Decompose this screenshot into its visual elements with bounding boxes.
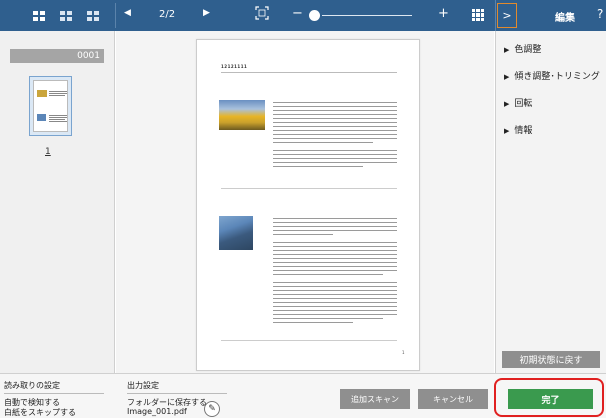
edit-panel-toggle[interactable]: > <box>497 3 517 28</box>
thumbnail-panel: 0001 1 <box>0 31 115 373</box>
scan-settings-line2: 白紙をスキップする <box>4 408 76 417</box>
thumbnail-page-number: 1 <box>45 147 51 157</box>
page-footer-rule <box>221 340 397 341</box>
reset-button[interactable]: 初期状態に戻す <box>502 351 600 368</box>
document-page-preview: 12121111 1 <box>196 39 420 371</box>
bottom-bar: 読み取りの設定 自動で検知する 白紙をスキップする 出力設定 フォルダーに保存す… <box>0 373 606 418</box>
batch-label: 0001 <box>10 49 104 63</box>
next-page-icon[interactable]: ▶ <box>203 8 210 18</box>
expand-arrow-icon: ▶ <box>504 73 510 81</box>
page-header-rule <box>221 72 397 73</box>
scan-settings-divider <box>4 393 104 394</box>
zoom-slider-track[interactable] <box>322 15 412 16</box>
edit-item-label: 傾き調整･トリミング <box>514 72 600 82</box>
preview-area: 12121111 1 <box>116 31 494 373</box>
cancel-button[interactable]: キャンセル <box>418 389 488 409</box>
edit-item-rotate[interactable]: ▶ 回転 <box>504 96 532 109</box>
zoom-slider-knob[interactable] <box>309 10 320 21</box>
expand-arrow-icon: ▶ <box>504 127 510 135</box>
zoom-out-icon[interactable]: − <box>292 6 303 21</box>
edit-item-label: 情報 <box>514 126 533 136</box>
edit-item-info[interactable]: ▶ 情報 <box>504 123 532 136</box>
edit-panel-title: 編集 <box>555 13 575 24</box>
flower-photo <box>219 100 265 130</box>
page-thumbnail[interactable] <box>29 76 72 136</box>
city-photo <box>219 216 253 250</box>
expand-arrow-icon: ▶ <box>504 100 510 108</box>
thumbnail-page-image <box>33 80 68 132</box>
view-large-thumbs-icon[interactable] <box>33 10 45 21</box>
edit-item-color-adjust[interactable]: ▶ 色調整 <box>504 42 541 55</box>
output-filename: Image_001.pdf <box>127 407 187 416</box>
scan-settings-title: 読み取りの設定 <box>4 381 60 390</box>
view-list-thumbs-icon[interactable] <box>87 10 99 21</box>
prev-page-icon[interactable]: ◀ <box>124 8 131 18</box>
add-scan-button[interactable]: 追加スキャン <box>340 389 410 409</box>
section-divider <box>221 188 397 189</box>
edit-output-pencil-icon[interactable]: ✎ <box>204 401 220 417</box>
page-header-text: 12121111 <box>221 64 248 69</box>
done-highlight: 完了 <box>494 378 604 417</box>
edit-item-label: 回転 <box>514 99 533 109</box>
page-indicator: 2/2 <box>159 9 176 20</box>
view-small-thumbs-icon[interactable] <box>60 10 72 21</box>
zoom-in-icon[interactable]: + <box>438 6 449 21</box>
output-settings-title: 出力設定 <box>127 381 159 390</box>
edit-item-label: 色調整 <box>514 45 542 55</box>
edit-panel: ▶ 色調整 ▶ 傾き調整･トリミング ▶ 回転 ▶ 情報 初期状態に戻す <box>495 31 606 373</box>
expand-arrow-icon: ▶ <box>504 46 510 54</box>
output-settings-divider <box>127 393 227 394</box>
done-button[interactable]: 完了 <box>508 389 593 409</box>
grid-icon[interactable] <box>472 9 484 21</box>
edit-item-deskew-crop[interactable]: ▶ 傾き調整･トリミング <box>504 69 600 82</box>
page-number: 1 <box>402 350 405 355</box>
help-icon[interactable]: ? <box>597 7 603 21</box>
fit-page-icon[interactable] <box>255 6 269 20</box>
